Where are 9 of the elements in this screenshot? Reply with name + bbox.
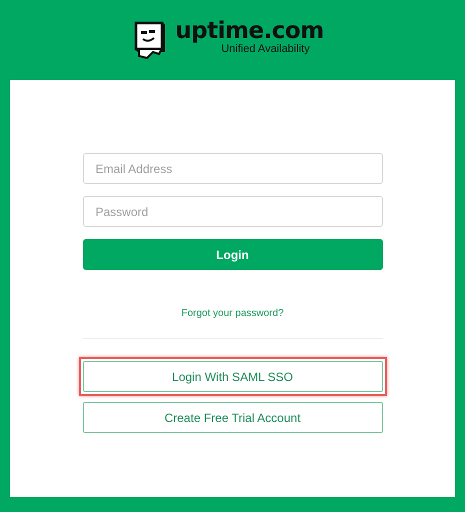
tagline: Unified Availability bbox=[221, 43, 310, 55]
login-button[interactable]: Login bbox=[82, 239, 382, 270]
forgot-password-link[interactable]: Forgot your password? bbox=[181, 308, 284, 319]
password-field[interactable]: Password bbox=[82, 196, 382, 227]
outline-button[interactable]: Create Free Trial Account bbox=[82, 402, 382, 433]
brand-name: uptime.com bbox=[175, 17, 324, 44]
logo-icon bbox=[133, 20, 168, 60]
outline-button[interactable]: Login With SAML SSO bbox=[82, 361, 382, 392]
email-field[interactable]: Email Address bbox=[82, 153, 382, 184]
